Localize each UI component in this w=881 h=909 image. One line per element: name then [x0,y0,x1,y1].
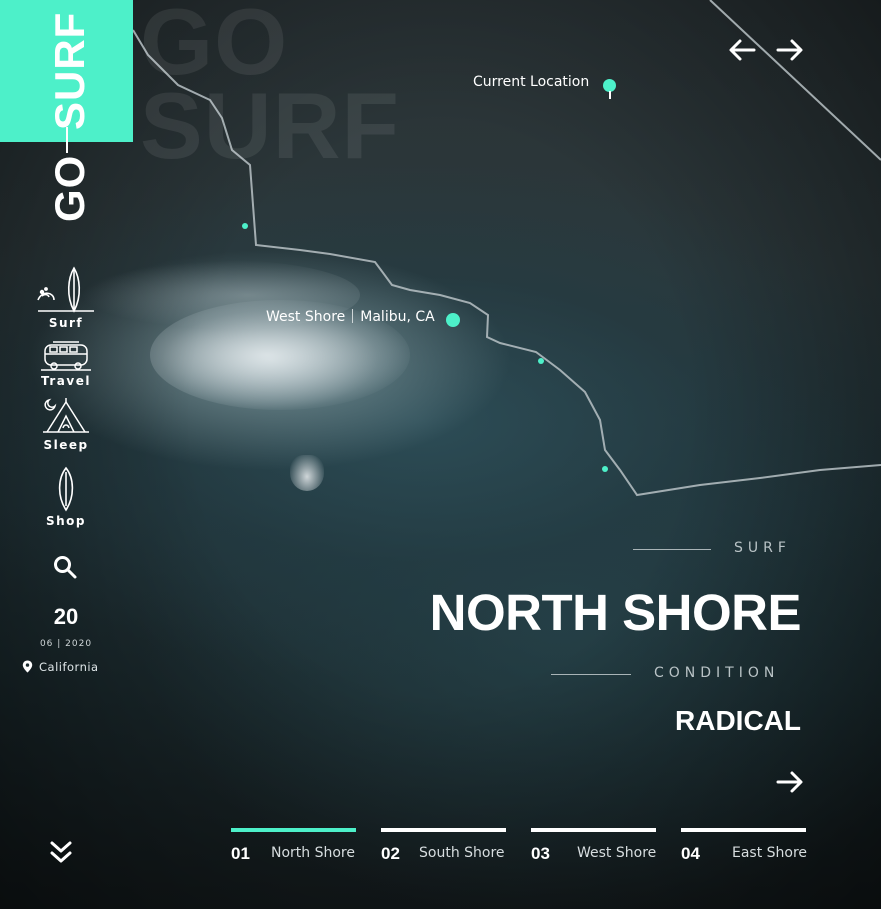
nav-item-surf[interactable]: Surf [36,266,96,330]
map-dot[interactable] [242,223,248,229]
arrow-right-icon [776,771,803,793]
location: California [22,660,99,674]
condition-label: CONDITION [654,665,780,681]
tab-indicator [381,828,506,832]
logo[interactable]: SURF GO [0,0,133,230]
ghost-brand-text: GO SURF [140,0,400,178]
logo-word-go: GO [46,154,93,222]
current-location-pin[interactable] [603,79,617,101]
category-eyebrow: SURF [734,540,791,556]
current-location-label: Current Location [473,74,590,90]
tab-number: 01 [231,844,250,863]
label-separator [352,309,354,323]
tab-row: 04 East Shore [681,844,808,864]
tab-label: East Shore [732,845,808,861]
arrow-left-icon [729,39,756,61]
spot-marker[interactable] [446,313,460,327]
nav-label: Sleep [43,438,89,452]
search-icon [54,556,77,579]
search-button[interactable] [52,554,78,580]
tab-label: West Shore [577,845,657,861]
condition-rule [551,674,631,675]
diagonal-route [709,0,881,161]
nav-label: Surf [48,316,84,330]
map-pin-icon [22,660,33,673]
tab-row: 03 West Shore [531,844,656,864]
tab-label: South Shore [419,845,505,861]
surfboard-icon [58,466,74,512]
arrow-right-icon [776,39,803,61]
logo-divider [66,127,68,153]
prev-button[interactable] [728,38,758,62]
logo-word-surf: SURF [46,11,93,130]
tab-indicator [531,828,656,832]
map-dot[interactable] [538,358,544,364]
tab-number: 02 [381,844,400,863]
tab-row: 02 South Shore [381,844,506,864]
tent-icon [43,398,89,433]
tab-number: 04 [681,844,700,863]
nav-item-shop[interactable]: Shop [36,466,96,528]
van-icon [41,341,91,371]
scroll-down-button[interactable] [48,838,74,866]
spot-name: West Shore [266,309,346,325]
tab-label: North Shore [271,845,355,861]
tab-indicator [231,828,356,832]
nav-item-sleep[interactable]: Sleep [36,394,96,452]
next-button[interactable] [774,38,804,62]
spot-label: West Shore Malibu, CA [266,309,435,325]
spot-place: Malibu, CA [360,309,435,325]
double-chevron-down-icon [50,841,72,863]
tab-row: 01 North Shore [231,844,356,864]
eyebrow-rule [633,549,711,550]
spot-title: NORTH SHORE [429,584,802,641]
condition-value: RADICAL [675,705,801,736]
date-day: 20 [53,604,79,629]
location-text: California [39,660,99,674]
tab-south-shore[interactable]: 02 South Shore [381,828,506,864]
tab-number: 03 [531,844,550,863]
tab-indicator [681,828,806,832]
details-button[interactable] [774,770,804,794]
surfboard-wave-icon [37,266,94,313]
nav-label: Shop [45,514,87,528]
surf-landing-page: GO SURF SURF GO Surf Travel Sleep Shop 2… [0,0,881,909]
tab-north-shore[interactable]: 01 North Shore [231,828,356,864]
nav-label: Travel [41,374,91,388]
date-month-year: 06 | 2020 [39,639,93,649]
tab-east-shore[interactable]: 04 East Shore [681,828,808,864]
nav-item-travel[interactable]: Travel [36,340,96,388]
map-dot[interactable] [602,466,608,472]
tab-west-shore[interactable]: 03 West Shore [531,828,656,864]
pin-stem [609,91,611,99]
